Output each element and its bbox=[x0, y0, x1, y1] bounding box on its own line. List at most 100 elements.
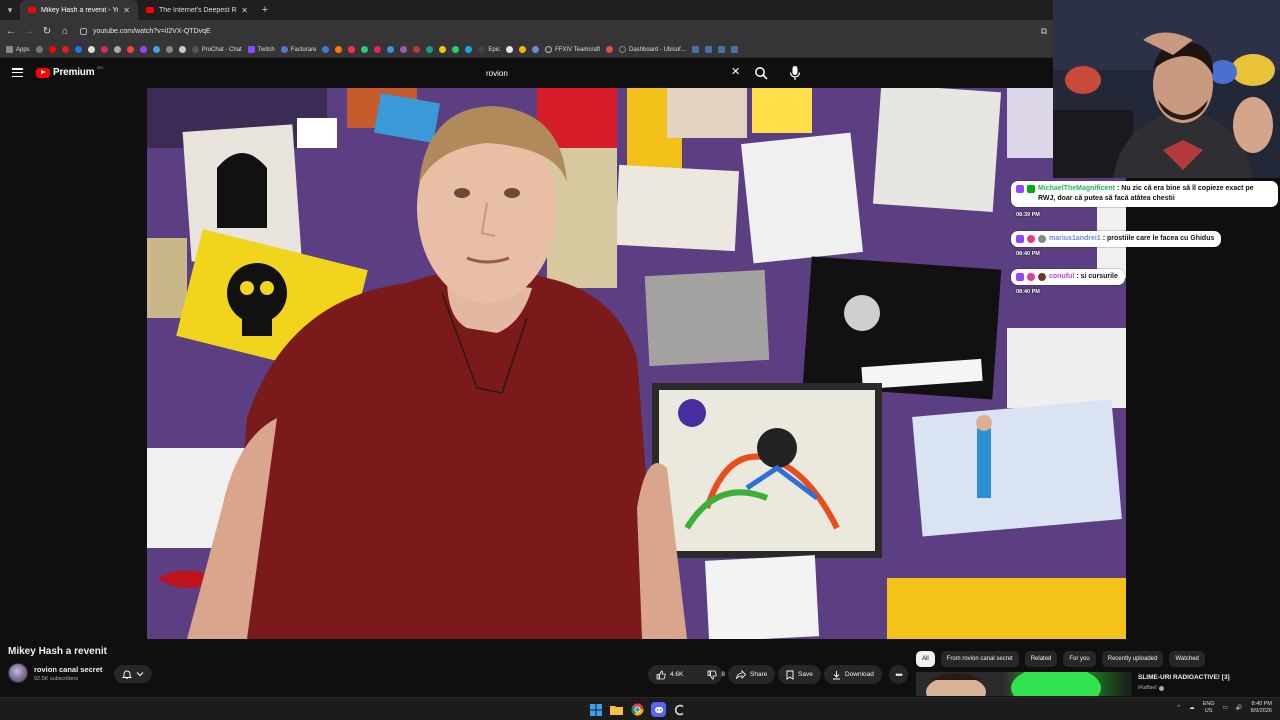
network-icon[interactable]: ▭ bbox=[1223, 705, 1228, 711]
bookmark-icon[interactable] bbox=[87, 46, 95, 53]
bookmark-icon[interactable] bbox=[730, 46, 738, 53]
bookmark-icon[interactable] bbox=[506, 46, 514, 53]
bookmark-icon[interactable] bbox=[426, 46, 434, 53]
bookmark-icon[interactable] bbox=[361, 46, 369, 53]
search-icon[interactable] bbox=[754, 66, 768, 80]
forward-icon[interactable]: → bbox=[24, 26, 34, 37]
bookmark-icon[interactable] bbox=[439, 46, 447, 53]
like-button[interactable]: 4.6K bbox=[648, 665, 691, 684]
bookmark-icon[interactable] bbox=[717, 46, 725, 53]
bookmark-icon[interactable] bbox=[335, 46, 343, 53]
chrome-icon[interactable] bbox=[630, 702, 645, 717]
thumbs-down-icon bbox=[707, 670, 718, 679]
bookmark-twitch[interactable]: Twitch bbox=[247, 46, 275, 53]
chip-from-channel[interactable]: From rovion canal secret bbox=[940, 651, 1019, 667]
recommended-title[interactable]: SLIME-URI RADIOACTIVE! [3] bbox=[1138, 674, 1230, 681]
chip-recently-uploaded[interactable]: Recently uploaded bbox=[1101, 651, 1164, 667]
save-button[interactable]: Save bbox=[778, 665, 821, 684]
bookmark-icon[interactable] bbox=[519, 46, 527, 53]
bookmark-icon[interactable] bbox=[322, 46, 330, 53]
facturare-icon bbox=[280, 46, 288, 53]
bookmark-prochat[interactable]: ProChat - Chat bbox=[191, 46, 242, 53]
bookmark-icon[interactable] bbox=[348, 46, 356, 53]
video-player[interactable] bbox=[147, 88, 1126, 639]
url-text: youtube.com/watch?v=iI2VX-QTDvqE bbox=[93, 27, 211, 35]
windows-start-icon[interactable] bbox=[588, 702, 603, 717]
bookmark-facturare[interactable]: Facturare bbox=[280, 46, 316, 53]
tray-chevron-icon[interactable]: ⌃ bbox=[1176, 705, 1181, 711]
tab-close-icon[interactable]: ✕ bbox=[123, 6, 130, 15]
bookmark-icon[interactable] bbox=[74, 46, 82, 53]
chip-all[interactable]: All bbox=[916, 651, 935, 667]
dislike-count: 8 bbox=[721, 671, 725, 678]
search-input[interactable]: rovion bbox=[478, 64, 750, 82]
bookmark-icon[interactable] bbox=[139, 46, 147, 53]
microphone-icon[interactable] bbox=[788, 65, 802, 81]
bookmark-icon[interactable] bbox=[48, 46, 56, 53]
file-explorer-icon[interactable] bbox=[609, 702, 624, 717]
home-icon[interactable]: ⌂ bbox=[60, 26, 70, 37]
new-tab-button[interactable]: + bbox=[256, 0, 274, 20]
url-field[interactable]: youtube.com/watch?v=iI2VX-QTDvqE bbox=[78, 23, 1033, 39]
channel-name[interactable]: rovion canal secret bbox=[34, 665, 102, 674]
apps-grid-icon bbox=[6, 46, 13, 53]
system-tray: ⌃ ☁ ENG US ▭ 🔊 8:40 PM 8/9/2026 bbox=[1176, 701, 1272, 715]
chip-for-you[interactable]: For you bbox=[1063, 651, 1096, 667]
bookmark-epic[interactable]: Epic bbox=[478, 46, 500, 53]
bookmark-icon[interactable] bbox=[691, 46, 699, 53]
clear-search-icon[interactable]: ✕ bbox=[731, 66, 740, 78]
app-icon[interactable] bbox=[672, 702, 687, 717]
discord-icon[interactable] bbox=[651, 702, 666, 717]
bookmark-icon[interactable] bbox=[452, 46, 460, 53]
bookmark-icon[interactable] bbox=[152, 46, 160, 53]
chip-related[interactable]: Related bbox=[1024, 651, 1058, 667]
bookmark-icon[interactable] bbox=[61, 46, 69, 53]
bookmark-icon[interactable] bbox=[704, 46, 712, 53]
cloud-icon[interactable]: ☁ bbox=[1189, 705, 1195, 711]
cast-icon[interactable]: ⧉ bbox=[1041, 26, 1047, 37]
youtube-logo[interactable]: Premium RO bbox=[36, 65, 103, 78]
bookmark-icon[interactable] bbox=[532, 46, 540, 53]
bookmark-icon[interactable] bbox=[113, 46, 121, 53]
more-actions-icon[interactable]: ••• bbox=[889, 665, 908, 684]
language-indicator[interactable]: ENG US bbox=[1203, 701, 1215, 715]
reload-icon[interactable]: ↻ bbox=[42, 26, 52, 37]
bookmark-ffxiv[interactable]: FFXIV Teamcraft bbox=[545, 46, 600, 53]
tab-inactive[interactable]: The Internet's Deepest Rabbit H ✕ bbox=[138, 0, 256, 20]
download-button[interactable]: Download bbox=[824, 665, 882, 684]
menu-icon[interactable] bbox=[12, 68, 23, 77]
bookmark-icon[interactable] bbox=[465, 46, 473, 53]
bookmark-icon[interactable] bbox=[400, 46, 408, 53]
bookmark-save-icon bbox=[786, 670, 794, 680]
bookmark-icon[interactable] bbox=[126, 46, 134, 53]
volume-icon[interactable]: 🔊 bbox=[1236, 705, 1243, 711]
tab-close-icon[interactable]: ✕ bbox=[241, 6, 248, 15]
recommended-channel[interactable]: iRaffael bbox=[1138, 685, 1164, 691]
bookmark-icon[interactable] bbox=[165, 46, 173, 53]
chip-watched[interactable]: Watched bbox=[1169, 651, 1205, 667]
bookmark-icon[interactable] bbox=[100, 46, 108, 53]
chat-text: prostiile care le facea cu Ghidus bbox=[1107, 235, 1215, 242]
recommended-thumbnail[interactable] bbox=[916, 672, 1132, 696]
epic-icon bbox=[478, 46, 486, 53]
channel-avatar[interactable] bbox=[8, 663, 28, 683]
bookmark-icon[interactable] bbox=[413, 46, 421, 53]
site-info-icon[interactable] bbox=[80, 27, 87, 35]
tab-active[interactable]: Mikey Hash a revenit - YouTube ✕ bbox=[20, 0, 138, 20]
bookmark-dashboard[interactable]: Dashboard - Ubisof... bbox=[619, 46, 686, 53]
bookmark-icon[interactable] bbox=[35, 46, 43, 53]
bookmark-icon[interactable] bbox=[606, 46, 613, 53]
tab-title: Mikey Hash a revenit - YouTube bbox=[41, 6, 118, 14]
share-button[interactable]: Share bbox=[728, 665, 776, 684]
bookmark-icon[interactable] bbox=[178, 46, 186, 53]
tab-search-icon[interactable]: ▾ bbox=[0, 0, 20, 20]
subscriber-badge-icon bbox=[1016, 273, 1024, 281]
clock[interactable]: 8:40 PM 8/9/2026 bbox=[1251, 701, 1272, 715]
browser-tabstrip: ▾ Mikey Hash a revenit - YouTube ✕ The I… bbox=[0, 0, 1053, 20]
bookmark-icon[interactable] bbox=[374, 46, 382, 53]
bookmark-apps[interactable]: Apps bbox=[6, 46, 30, 53]
back-icon[interactable]: ← bbox=[6, 26, 16, 37]
subscribed-button[interactable] bbox=[114, 665, 152, 683]
bookmark-icon[interactable] bbox=[387, 46, 395, 53]
chat-text: si cursurile bbox=[1080, 273, 1118, 280]
